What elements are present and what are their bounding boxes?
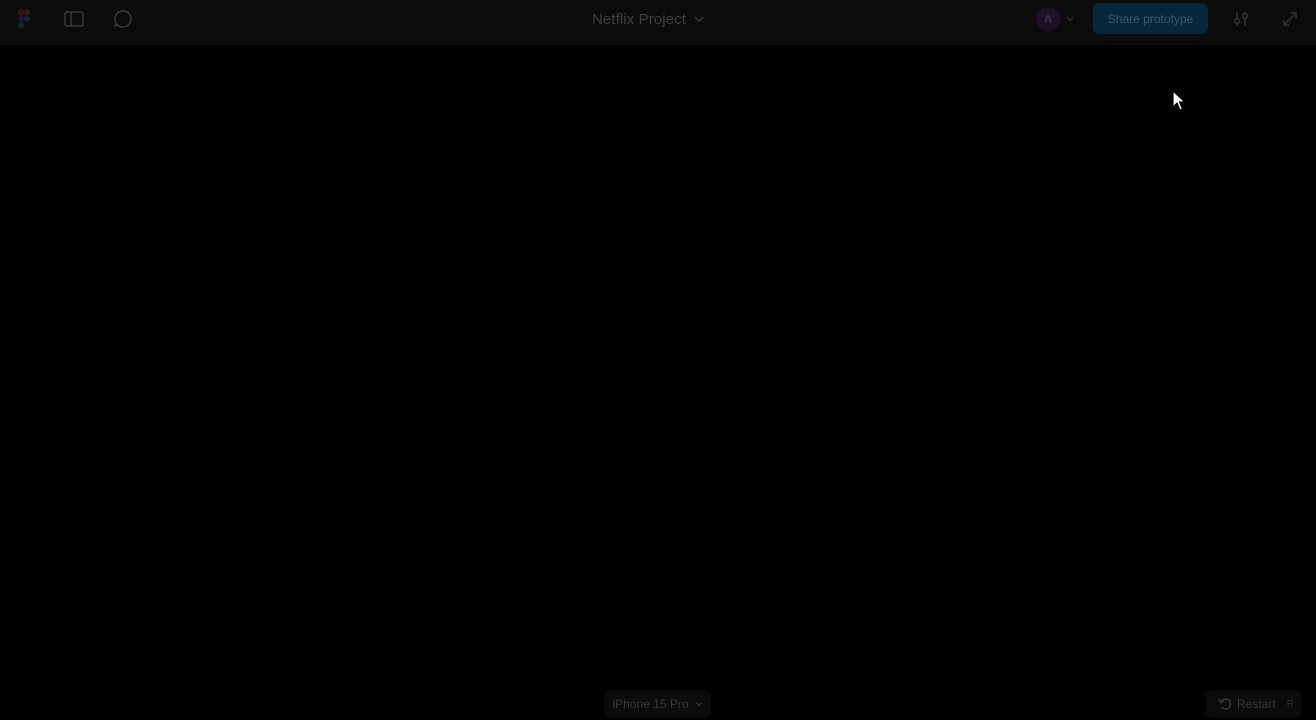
prototype-viewer: Netflix Project A Share prototype iPhone… bbox=[0, 0, 1316, 720]
device-label: iPhone 15 Pro bbox=[612, 697, 689, 711]
chevron-down-icon bbox=[1066, 17, 1074, 22]
prototype-canvas[interactable] bbox=[0, 45, 1316, 720]
expand-icon[interactable] bbox=[1276, 5, 1304, 33]
restart-button[interactable]: Restart R bbox=[1206, 690, 1302, 718]
avatar[interactable]: A bbox=[1036, 7, 1060, 31]
mouse-pointer-icon bbox=[1172, 90, 1186, 111]
settings-sliders-icon[interactable] bbox=[1227, 5, 1255, 33]
restart-arrow-icon bbox=[1218, 698, 1232, 710]
share-prototype-button[interactable]: Share prototype bbox=[1093, 3, 1208, 34]
chevron-down-icon bbox=[695, 702, 702, 707]
user-menu[interactable]: A bbox=[1036, 6, 1074, 32]
comment-bubble-icon[interactable] bbox=[109, 5, 137, 33]
top-toolbar: Netflix Project A Share prototype bbox=[0, 0, 1316, 45]
project-title: Netflix Project bbox=[592, 10, 687, 28]
sidebar-panel-icon[interactable] bbox=[60, 5, 88, 33]
project-title-menu[interactable]: Netflix Project bbox=[592, 8, 704, 30]
device-selector[interactable]: iPhone 15 Pro bbox=[604, 690, 711, 718]
restart-shortcut: R bbox=[1286, 698, 1294, 710]
restart-label: Restart bbox=[1237, 697, 1276, 711]
chevron-down-icon bbox=[694, 16, 704, 22]
figma-logo-icon[interactable] bbox=[10, 5, 38, 33]
